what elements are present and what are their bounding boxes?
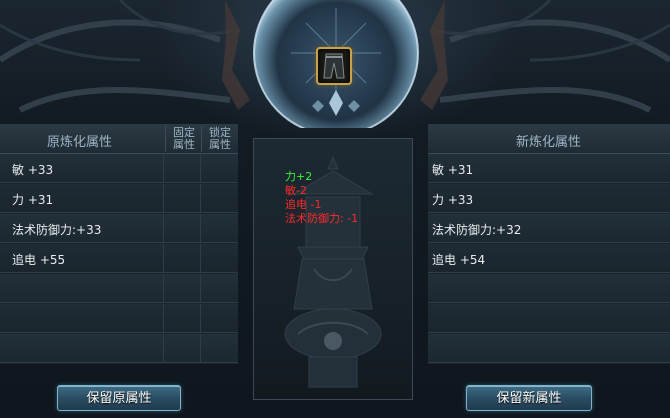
- keep-new-button[interactable]: 保留新属性: [466, 385, 592, 411]
- fixed-checkbox[interactable]: [164, 214, 201, 242]
- new-attributes-title: 新炼化属性: [516, 135, 582, 150]
- attribute-text: 敏 +31: [432, 163, 474, 177]
- diff-line: 敏-2: [285, 184, 307, 197]
- fixed-checkbox[interactable]: [164, 154, 201, 182]
- new-attributes-header: 新炼化属性: [428, 124, 670, 154]
- list-item: [0, 334, 238, 363]
- attribute-text: 力 +31: [12, 193, 54, 207]
- list-item: 法术防御力:+33: [0, 214, 238, 243]
- refine-preview-panel: 力+2 敏-2 追电 -1 法术防御力: -1: [253, 138, 413, 400]
- col-lock-header: 锁定属性: [201, 126, 238, 152]
- attribute-text: 追电 +55: [12, 253, 66, 267]
- lock-checkbox[interactable]: [201, 334, 238, 362]
- original-attributes-list: 敏 +33 力 +31 法术防御力:+33 追电 +55: [0, 154, 238, 364]
- list-item: [0, 304, 238, 333]
- col-fixed-header: 固定属性: [165, 126, 201, 152]
- list-item: 力 +33: [428, 184, 670, 213]
- attribute-text: 力 +33: [432, 193, 474, 207]
- list-item: 敏 +33: [0, 154, 238, 183]
- lock-checkbox[interactable]: [201, 244, 238, 272]
- list-item: [0, 274, 238, 303]
- list-item: [428, 334, 670, 363]
- keep-original-button[interactable]: 保留原属性: [57, 385, 181, 411]
- list-item: 追电 +54: [428, 244, 670, 273]
- trousers-icon: [323, 53, 345, 79]
- lantern-decoration: [284, 155, 382, 388]
- list-item: 力 +31: [0, 184, 238, 213]
- list-item: [428, 274, 670, 303]
- fixed-checkbox[interactable]: [164, 274, 201, 302]
- lock-checkbox[interactable]: [201, 214, 238, 242]
- new-attributes-list: 敏 +31 力 +33 法术防御力:+32 追电 +54: [428, 154, 670, 364]
- fixed-checkbox[interactable]: [164, 244, 201, 272]
- list-item: 法术防御力:+32: [428, 214, 670, 243]
- fixed-checkbox[interactable]: [164, 334, 201, 362]
- original-attributes-header: 原炼化属性 固定属性 锁定属性: [0, 124, 238, 154]
- lock-checkbox[interactable]: [201, 184, 238, 212]
- attribute-text: 敏 +33: [12, 163, 54, 177]
- diff-line: 法术防御力: -1: [285, 212, 359, 225]
- list-item: [428, 304, 670, 333]
- original-attributes-title: 原炼化属性: [47, 135, 113, 150]
- lock-checkbox[interactable]: [201, 274, 238, 302]
- lock-checkbox[interactable]: [201, 154, 238, 182]
- new-attributes-panel: 新炼化属性 敏 +31 力 +33 法术防御力:+32 追电 +54: [428, 124, 670, 364]
- list-item: 敏 +31: [428, 154, 670, 183]
- original-attributes-panel: 原炼化属性 固定属性 锁定属性 敏 +33 力 +31 法术防御力:+33 追电…: [0, 124, 238, 364]
- lock-checkbox[interactable]: [201, 304, 238, 332]
- equipment-slot[interactable]: [316, 47, 352, 85]
- attribute-text: 追电 +54: [432, 253, 486, 267]
- fixed-checkbox[interactable]: [164, 304, 201, 332]
- fixed-checkbox[interactable]: [164, 184, 201, 212]
- attribute-text: 法术防御力:+33: [12, 223, 102, 237]
- refine-window: 原炼化属性 固定属性 锁定属性 敏 +33 力 +31 法术防御力:+33 追电…: [0, 0, 670, 418]
- diff-line: 力+2: [285, 170, 313, 183]
- list-item: 追电 +55: [0, 244, 238, 273]
- diff-line: 追电 -1: [285, 198, 322, 211]
- attribute-text: 法术防御力:+32: [432, 223, 522, 237]
